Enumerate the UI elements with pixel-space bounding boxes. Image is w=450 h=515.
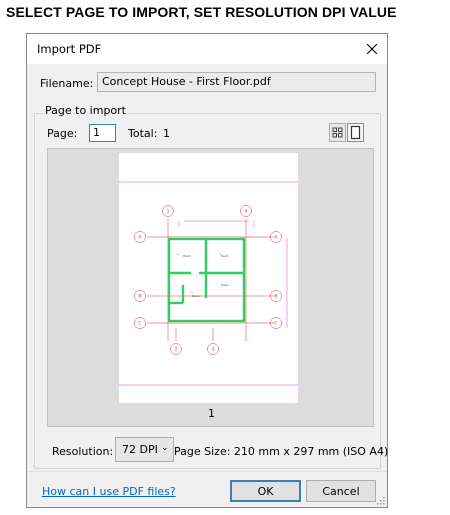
room-label: Room <box>183 254 191 258</box>
thumbnails-view-icon <box>332 127 343 138</box>
grid-label: A <box>138 235 142 241</box>
resolution-dropdown[interactable]: 72 DPI ⌄ <box>115 437 174 462</box>
grid-label: C <box>274 321 277 327</box>
dialog-titlebar: Import PDF <box>27 34 387 64</box>
grid-label: C <box>138 321 141 327</box>
resize-grip-icon[interactable] <box>376 496 385 505</box>
footer-divider <box>27 471 387 472</box>
chevron-down-icon: ⌄ <box>161 443 169 453</box>
grid-label: 1 <box>167 209 170 215</box>
resolution-value: 72 DPI <box>122 443 158 456</box>
ok-button[interactable]: OK <box>230 480 301 502</box>
thumbnails-view-button[interactable] <box>329 123 346 142</box>
close-button[interactable] <box>357 34 387 64</box>
page-label: Page: <box>47 127 78 140</box>
grid-label: B <box>274 294 277 300</box>
grid-label: A <box>274 235 278 241</box>
floor-plan-drawing: 1 4 A A B B C C 2 3 Room Room Room Room <box>119 181 298 386</box>
resolution-label: Resolution: <box>52 445 114 458</box>
filename-label: Filename: <box>40 77 94 90</box>
filename-field: Concept House - First Floor.pdf <box>97 72 376 92</box>
page-to-import-title: Page to import <box>43 104 128 117</box>
cancel-button[interactable]: Cancel <box>306 480 376 502</box>
grid-label: 4 <box>245 209 248 215</box>
total-label: Total: <box>128 127 158 140</box>
grid-label: B <box>138 294 141 300</box>
single-page-view-icon <box>350 125 361 140</box>
room-label: Room <box>221 283 229 287</box>
room-label: Room <box>221 254 229 258</box>
close-icon <box>367 44 377 54</box>
page-size-text: Page Size: 210 mm x 297 mm (ISO A4) <box>174 445 389 458</box>
dialog-title: Import PDF <box>37 42 102 56</box>
total-pages-value: 1 <box>163 127 170 140</box>
import-pdf-dialog: Import PDF Filename: Concept House - Fir… <box>26 33 388 508</box>
grid-label: 3 <box>212 347 215 353</box>
pdf-page-thumbnail[interactable]: 1 4 A A B B C C 2 3 Room Room Room Room <box>119 153 298 403</box>
page-number-input[interactable]: 1 <box>89 124 116 142</box>
page-preview-panel: 1 4 A A B B C C 2 3 Room Room Room Room … <box>47 148 374 427</box>
single-page-view-button[interactable] <box>347 123 364 142</box>
instruction-caption: SELECT PAGE TO IMPORT, SET RESOLUTION DP… <box>6 4 397 20</box>
room-label: Room <box>192 294 200 298</box>
help-link[interactable]: How can I use PDF files? <box>42 485 176 498</box>
grid-label: 2 <box>175 347 178 353</box>
preview-page-number: 1 <box>208 407 215 420</box>
